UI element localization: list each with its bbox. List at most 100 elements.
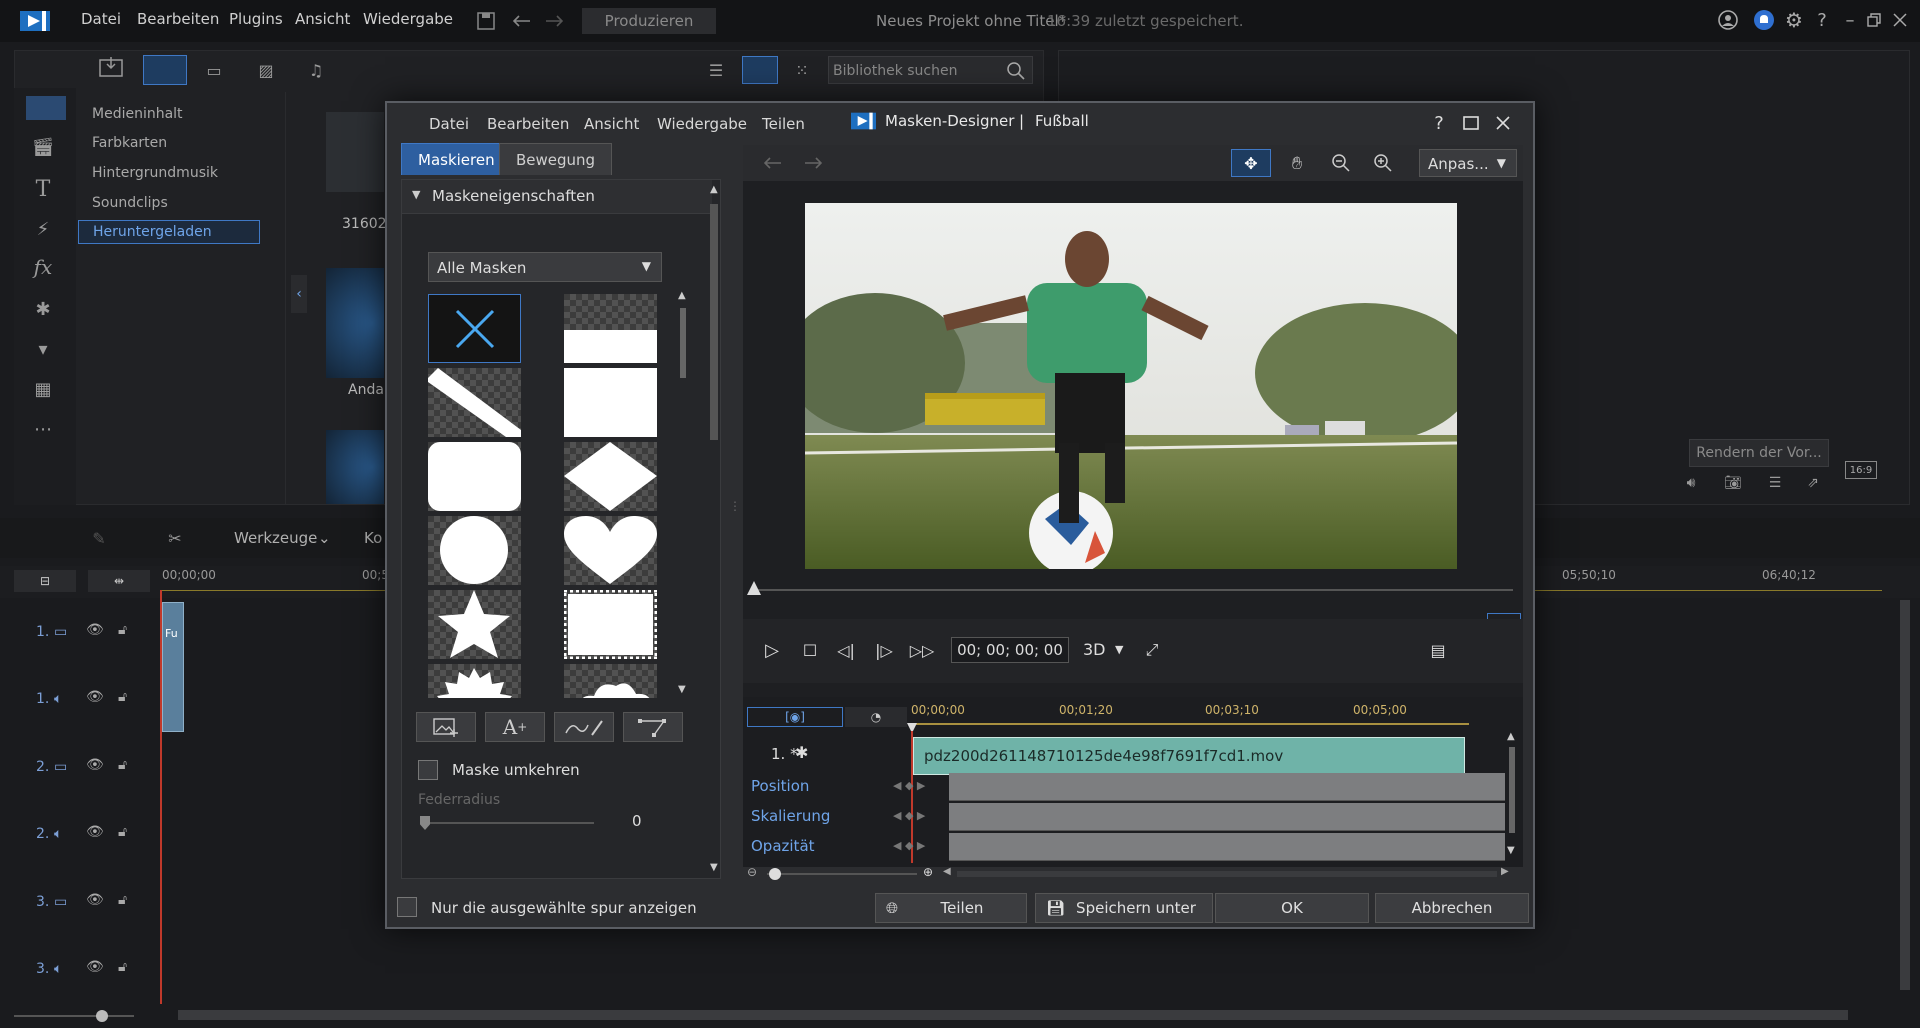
fullscreen-icon[interactable]: ⤢ (1139, 637, 1165, 663)
eye-icon[interactable]: 👁︎ (86, 622, 104, 638)
ok-button[interactable]: OK (1215, 893, 1369, 923)
render-preview-button[interactable]: Rendern der Vor... (1689, 439, 1829, 467)
kf-track-position[interactable] (949, 773, 1505, 801)
dlg-menu-bearbeiten[interactable]: Bearbeiten (487, 115, 569, 133)
kf-zoom-slider[interactable] (767, 873, 917, 875)
lib-item-soundclips[interactable]: Soundclips (92, 195, 168, 211)
only-selected-track-checkbox[interactable] (397, 897, 417, 917)
kf-zoom-handle[interactable] (769, 868, 781, 880)
invert-mask-checkbox[interactable] (418, 760, 438, 780)
media-filter-all-icon[interactable] (143, 55, 187, 85)
produce-button[interactable]: Produzieren (582, 8, 716, 34)
kf-zoom-out-icon[interactable]: ⊖ (747, 865, 757, 879)
3d-mode-button[interactable]: 3D (1083, 640, 1106, 659)
play-icon[interactable]: ▷ (759, 637, 785, 663)
dlg-menu-wiedergabe[interactable]: Wiedergabe (657, 115, 747, 133)
eye-icon[interactable]: 👁︎ (86, 689, 104, 705)
transition-icon[interactable]: ⚡ (28, 216, 58, 242)
volume-icon[interactable]: 🔊︎ (1679, 473, 1703, 493)
kf-scroll-left-icon[interactable]: ◀ (943, 866, 951, 877)
panel-scroll-thumb[interactable] (710, 204, 718, 440)
kf-scroll-thumb[interactable] (1509, 747, 1515, 833)
brush-mask-button[interactable] (554, 712, 614, 742)
stamp-edge-shape[interactable] (564, 590, 657, 659)
scrub-handle[interactable] (747, 581, 761, 595)
zoom-out-icon[interactable] (1321, 149, 1361, 177)
import-image-mask-button[interactable] (416, 712, 476, 742)
video-frame[interactable] (805, 203, 1457, 569)
tab-maskieren[interactable]: Maskieren (401, 143, 512, 175)
kf-track-skalierung[interactable] (949, 803, 1505, 831)
safe-zone-icon[interactable]: ▤ (1423, 637, 1453, 663)
more-icon[interactable]: ⋯ (28, 416, 58, 442)
timeline-scrollbar[interactable] (178, 1010, 1848, 1020)
search-icon[interactable] (1006, 61, 1026, 81)
notification-icon[interactable] (1752, 8, 1776, 32)
kf-nav-icon[interactable]: ◀ ◆ ▶ (893, 839, 925, 852)
kf-scroll-right-icon[interactable]: ▶ (1501, 866, 1509, 877)
star-shape[interactable] (428, 590, 521, 659)
eye-icon[interactable]: 👁︎ (86, 757, 104, 773)
lock-icon[interactable]: 🔓︎ (118, 757, 127, 773)
pen-path-mask-button[interactable] (623, 712, 683, 742)
save-as-button[interactable]: 💾︎ Speichern unter (1035, 893, 1213, 923)
text-mask-button[interactable]: A + (485, 712, 545, 742)
heart-shape[interactable] (564, 516, 657, 585)
subtitles-icon[interactable]: ☰ (1763, 473, 1787, 493)
menu-bearbeiten[interactable]: Bearbeiten (137, 10, 219, 28)
shapes-scrollbar[interactable]: ▲ ▼ (678, 290, 688, 700)
menu-wiedergabe[interactable]: Wiedergabe (363, 10, 453, 28)
settings-gear-icon[interactable]: ⚙ (1782, 8, 1806, 32)
dialog-close-icon[interactable] (1491, 111, 1515, 135)
kf-nav-icon[interactable]: ◀ ◆ ▶ (893, 779, 925, 792)
zoom-in-icon[interactable] (1363, 149, 1403, 177)
image-filter-icon[interactable]: ▨ (252, 58, 280, 82)
menu-ansicht[interactable]: Ansicht (295, 10, 350, 28)
pen-icon[interactable]: ✎ (86, 526, 112, 550)
minimize-icon[interactable]: – (1838, 8, 1862, 32)
tab-bewegung[interactable]: Bewegung (499, 143, 613, 175)
eye-icon[interactable]: 👁︎ (86, 892, 104, 908)
scroll-thumb[interactable] (680, 308, 686, 378)
media-thumbnail-audio-2[interactable] (326, 430, 384, 504)
lock-icon[interactable]: 🔓︎ (118, 892, 127, 908)
kf-scroll-down-icon[interactable]: ▼ (1507, 845, 1515, 856)
music-filter-icon[interactable]: ♫ (302, 58, 330, 82)
particle-icon[interactable]: ✱ (28, 296, 58, 322)
diamond-shape[interactable] (564, 442, 657, 511)
dlg-undo-icon[interactable] (761, 153, 785, 173)
track-manager-icon[interactable]: ⊟ (14, 570, 76, 592)
3d-dropdown-icon[interactable]: ▼ (1115, 643, 1123, 656)
kf-track-opazitaet[interactable] (949, 833, 1505, 861)
mask-filter-dropdown[interactable]: Alle Masken ▼ (428, 252, 662, 282)
fast-forward-icon[interactable]: ▷▷ (909, 637, 935, 663)
prev-frame-icon[interactable]: ◁| (833, 637, 859, 663)
cancel-button[interactable]: Abbrechen (1375, 893, 1529, 923)
media-thumbnail[interactable] (326, 112, 384, 192)
eye-icon[interactable]: 👁︎ (86, 824, 104, 840)
ko-menu[interactable]: Ko (364, 529, 382, 547)
dialog-help-icon[interactable]: ? (1427, 111, 1451, 135)
title-text-icon[interactable]: T (28, 176, 58, 202)
chevron-down-icon[interactable]: ⌄ (318, 529, 331, 547)
lib-item-heruntergeladen-selected[interactable]: Heruntergeladen (78, 220, 260, 244)
zoom-fit-dropdown[interactable]: Anpas... ▼ (1419, 149, 1517, 177)
pip-icon[interactable]: ▾ (28, 336, 58, 362)
splitter-handle[interactable]: ⋮ (729, 499, 741, 519)
feather-slider-handle[interactable] (420, 816, 430, 830)
timeline-clip[interactable]: Fu (162, 602, 184, 732)
timecode-display[interactable]: 00; 00; 00; 00 (951, 637, 1069, 663)
restore-icon[interactable] (1862, 8, 1886, 32)
redo-icon[interactable] (542, 10, 566, 32)
undo-icon[interactable] (510, 10, 534, 32)
help-icon[interactable]: ? (1810, 8, 1834, 32)
lib-item-farbkarten[interactable]: Farbkarten (92, 135, 167, 151)
diagonal-band-shape[interactable] (428, 368, 521, 437)
werkzeuge-menu[interactable]: Werkzeuge (234, 529, 317, 547)
zoom-slider[interactable] (14, 1015, 134, 1017)
account-icon[interactable] (1716, 8, 1740, 32)
lib-item-hintergrundmusik[interactable]: Hintergrundmusik (92, 165, 218, 181)
section-header[interactable]: ▼ Maskeneigenschaften (402, 180, 712, 214)
kf-horizontal-scrollbar[interactable] (957, 871, 1497, 877)
next-frame-icon[interactable]: |▷ (871, 637, 897, 663)
